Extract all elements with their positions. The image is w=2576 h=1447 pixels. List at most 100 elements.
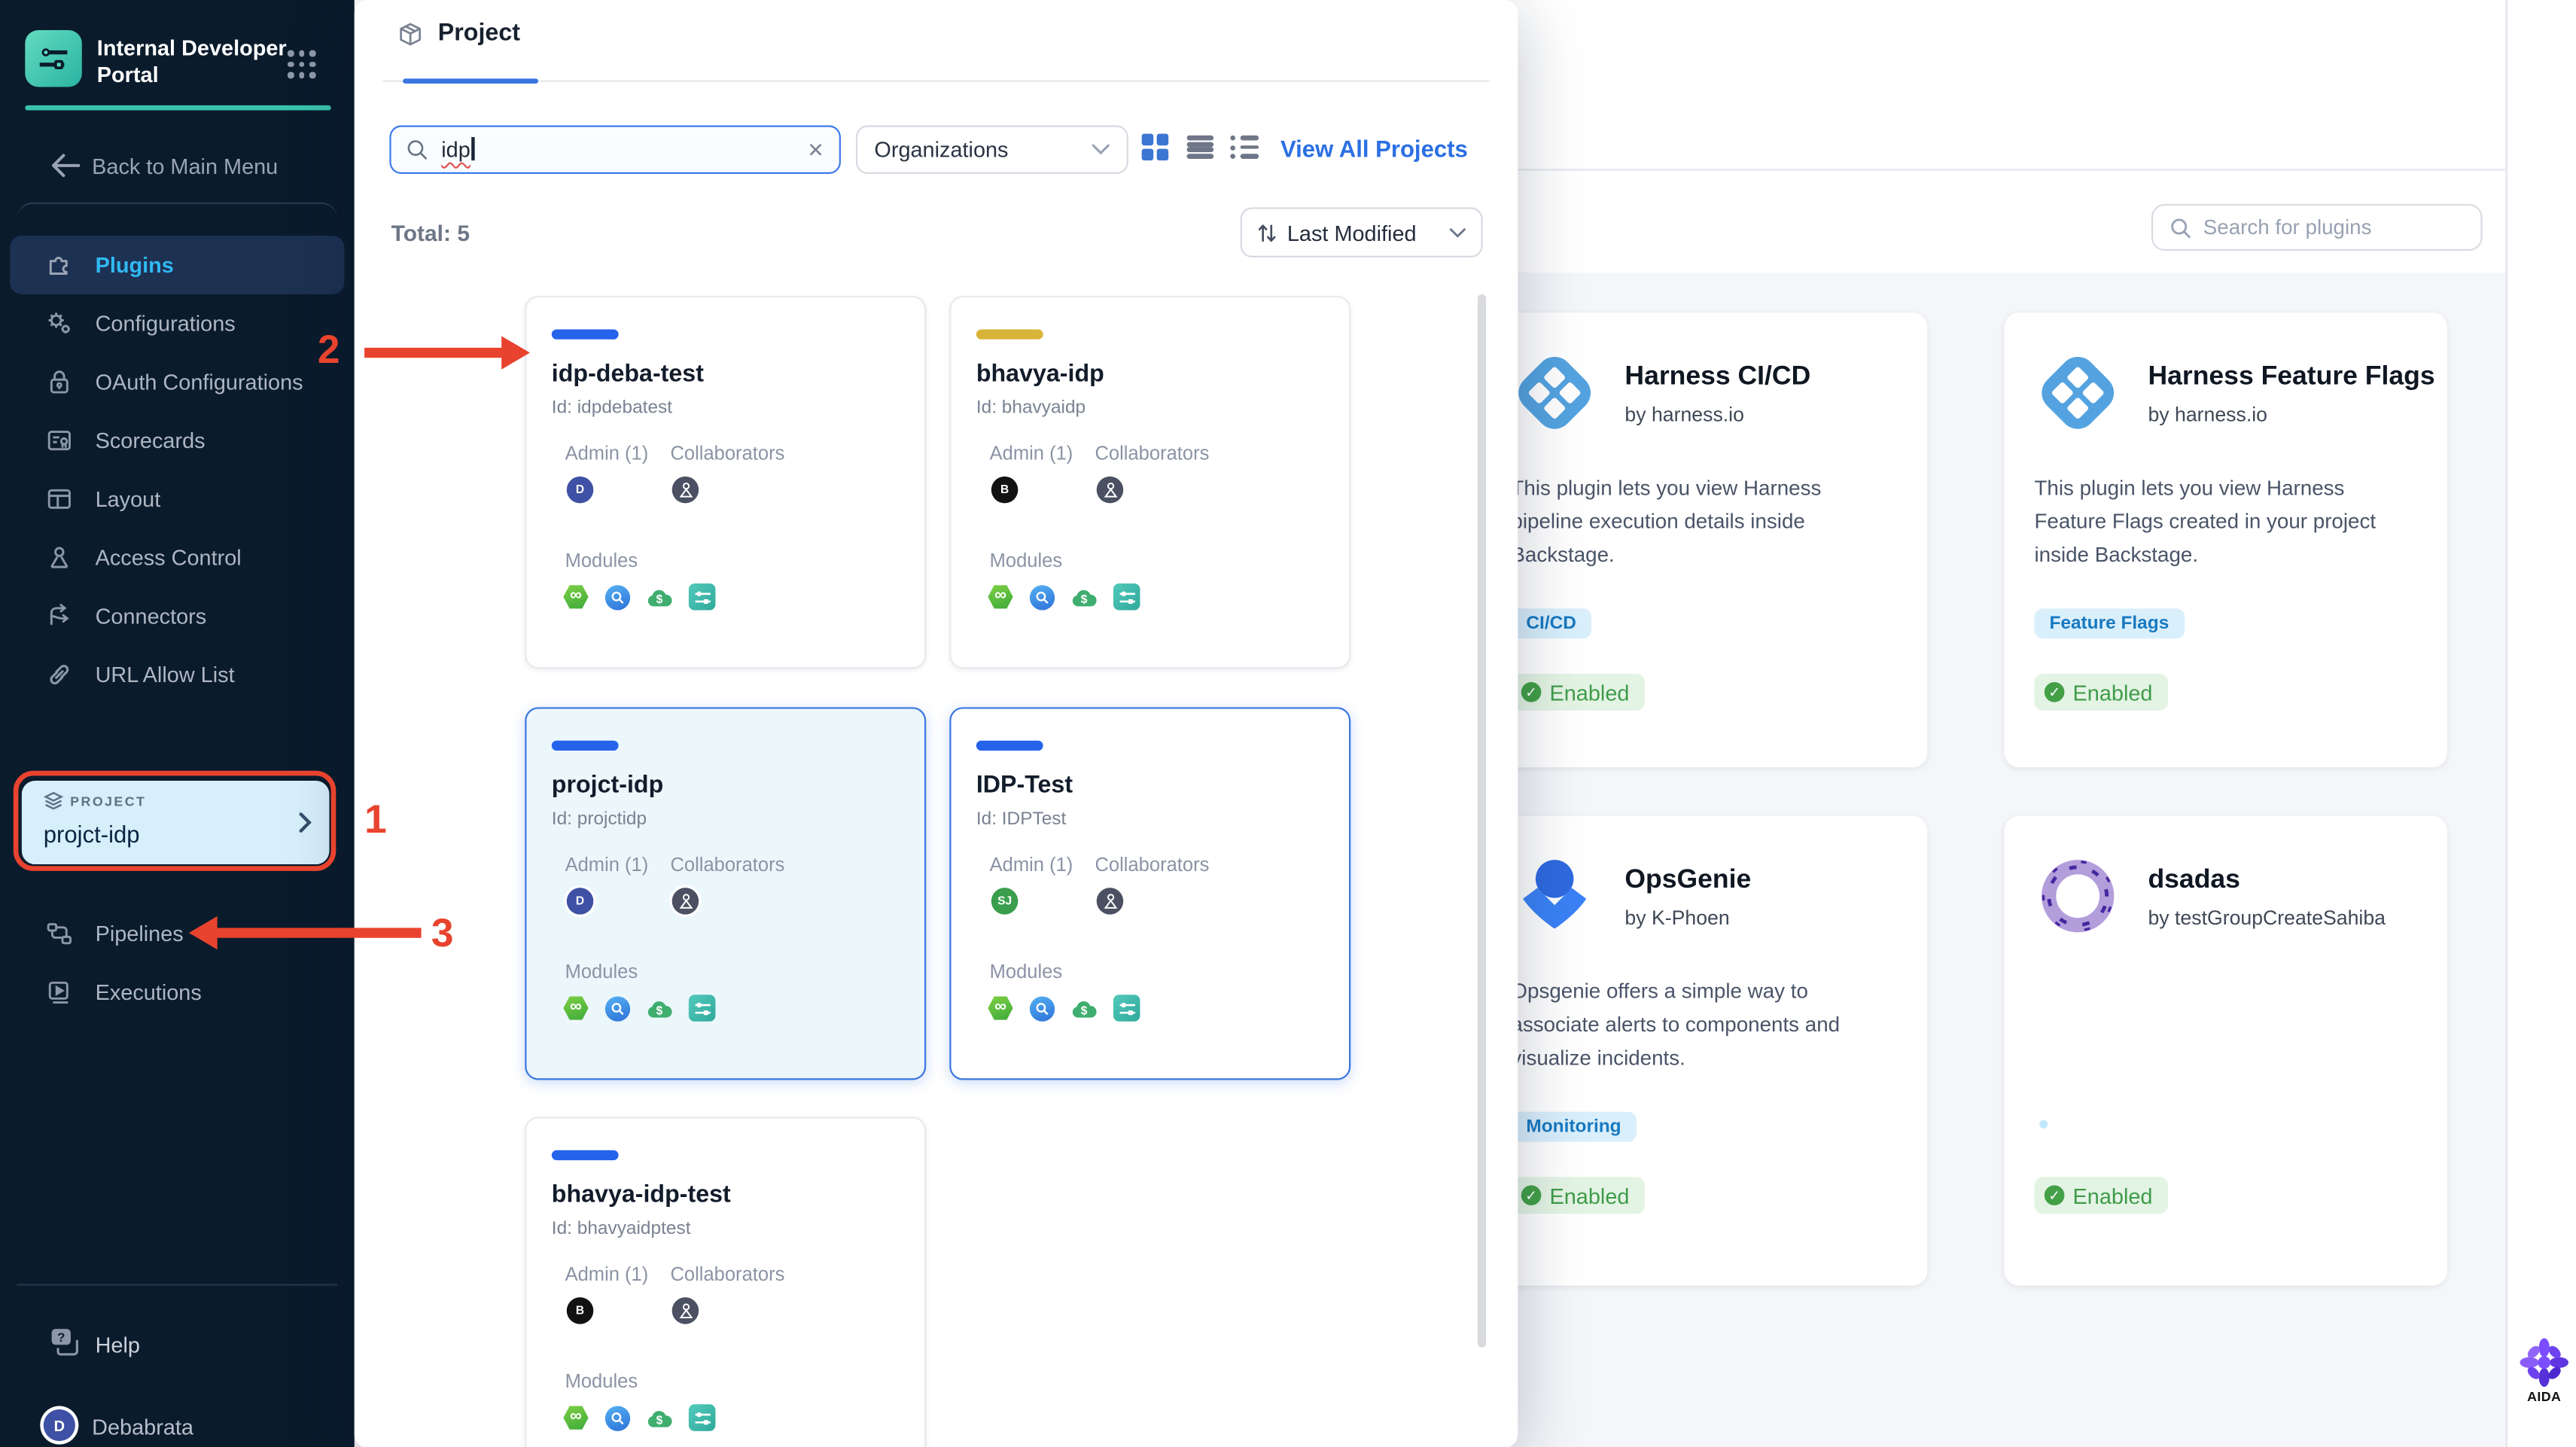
collaborator-avatar[interactable] <box>671 476 699 504</box>
plugin-author: by harness.io <box>1624 403 1744 427</box>
screenshot-root: Search for plugins Harness CI/CD by harn… <box>0 0 2576 1447</box>
search-plugins-placeholder: Search for plugins <box>2203 215 2372 239</box>
back-to-main-menu[interactable]: Back to Main Menu <box>0 147 355 187</box>
total-count: Total: 5 <box>391 221 470 246</box>
plugin-title: Harness CI/CD <box>1624 362 1811 391</box>
help-button[interactable]: ? Help <box>0 1322 355 1369</box>
modal-scrollbar[interactable] <box>1478 294 1487 1348</box>
help-chat-icon: ? <box>51 1329 78 1356</box>
text-cursor <box>472 137 475 161</box>
project-color-bar <box>551 1150 619 1161</box>
admin-avatar[interactable]: SJ <box>991 888 1019 915</box>
project-name: bhavya-idp-test <box>551 1181 731 1209</box>
project-card-idp-deba-test[interactable]: idp-deba-test Id: idpdebatest Admin (1) … <box>525 296 927 669</box>
collaborators-label: Collaborators <box>670 1265 785 1286</box>
person-icon <box>678 894 693 909</box>
person-icon <box>678 483 693 498</box>
sidebar-item-executions[interactable]: Executions <box>0 964 355 1018</box>
aida-button[interactable]: AIDA <box>2517 1337 2571 1404</box>
collaborators-label: Collaborators <box>1095 855 1210 876</box>
admin-avatar[interactable]: B <box>566 1297 594 1324</box>
plugin-card-harness-cicd[interactable]: Harness CI/CD by harness.io This plugin … <box>1481 312 1928 768</box>
clear-search-icon[interactable]: ✕ <box>807 138 824 161</box>
collaborator-avatar[interactable] <box>1096 476 1124 504</box>
sidebar-item-oauth-configurations[interactable]: OAuth Configurations <box>0 353 355 412</box>
grid-view-toggle-icon[interactable] <box>1141 133 1169 161</box>
plugin-status-badge: ✓ Enabled <box>1511 673 1645 711</box>
module-ci-icon: ∞ <box>988 585 1013 609</box>
person-icon <box>1103 483 1117 498</box>
modules-label: Modules <box>989 963 1063 983</box>
plugin-description: Opsgenie offers a simple way to associat… <box>1511 979 1841 1071</box>
modules-label: Modules <box>565 963 638 983</box>
project-card-bhavya-idp-test[interactable]: bhavya-idp-test Id: bhavyaidptest Admin … <box>525 1116 927 1447</box>
annotation-box-1 <box>13 770 336 871</box>
admin-avatar[interactable]: D <box>566 888 594 915</box>
sidebar-item-configurations[interactable]: Configurations <box>0 294 355 353</box>
user-menu[interactable]: D Debabrata <box>0 1404 355 1447</box>
search-value: idp <box>441 136 470 162</box>
project-card-bhavya-idp[interactable]: bhavya-idp Id: bhavyaidp Admin (1) Colla… <box>949 296 1351 669</box>
connectors-icon <box>45 602 74 630</box>
plugin-card-opsgenie[interactable]: OpsGenie by K-Phoen Opsgenie offers a si… <box>1481 815 1928 1286</box>
brand-accent-bar <box>25 105 331 111</box>
module-ccm-icon: $ <box>647 995 672 1020</box>
module-srm-icon <box>1029 995 1055 1021</box>
organizations-dropdown[interactable]: Organizations <box>855 125 1128 174</box>
project-card-idp-test[interactable]: IDP-Test Id: IDPTest Admin (1) Collabora… <box>949 707 1351 1080</box>
plugin-title: dsadas <box>2148 866 2240 895</box>
svg-text:$: $ <box>1081 593 1088 605</box>
collaborator-avatar[interactable] <box>671 1297 699 1324</box>
sidebar-item-scorecards[interactable]: Scorecards <box>0 411 355 470</box>
sort-arrows-icon <box>1258 224 1276 241</box>
sidebar-item-connectors[interactable]: Connectors <box>0 586 355 645</box>
app-switcher-icon[interactable] <box>287 50 316 79</box>
module-idp-icon <box>688 995 716 1022</box>
module-icons: ∞ $ <box>563 583 716 611</box>
tab-project[interactable]: Project <box>398 20 520 47</box>
module-icons: ∞ $ <box>988 995 1140 1022</box>
project-search-input[interactable]: idp ✕ <box>389 125 841 174</box>
module-srm-icon <box>1029 584 1055 610</box>
plugin-status-badge: ✓ Enabled <box>1511 1177 1645 1214</box>
plugin-card-harness-feature-flags[interactable]: Harness Feature Flags by harness.io This… <box>2004 312 2447 768</box>
sidebar-item-plugins[interactable]: Plugins <box>10 236 345 294</box>
plugin-card-dsadas[interactable]: dsadas by testGroupCreateSahiba ✓ Enable… <box>2004 815 2447 1286</box>
active-tab-indicator <box>403 78 539 84</box>
admin-label: Admin (1) <box>565 855 649 876</box>
admin-avatar[interactable]: D <box>566 476 594 504</box>
collaborators-label: Collaborators <box>1095 444 1210 465</box>
list-view-toggle-icon[interactable] <box>1186 134 1214 161</box>
sidebar-item-url-allow-list[interactable]: URL Allow List <box>0 645 355 704</box>
svg-text:$: $ <box>1081 1004 1088 1016</box>
svg-text:$: $ <box>656 1413 663 1426</box>
view-all-projects-link[interactable]: View All Projects <box>1280 136 1468 163</box>
module-icons: ∞ $ <box>563 1404 716 1431</box>
collaborator-avatar[interactable] <box>1096 888 1124 915</box>
sort-dropdown[interactable]: Last Modified <box>1240 207 1483 257</box>
check-icon: ✓ <box>1521 682 1542 702</box>
search-plugins-input[interactable]: Search for plugins <box>2151 203 2483 251</box>
project-card-projct-idp[interactable]: projct-idp Id: projctidp Admin (1) Colla… <box>525 707 927 1080</box>
detailed-list-view-toggle-icon[interactable] <box>1230 134 1259 161</box>
module-ci-icon: ∞ <box>988 996 1013 1020</box>
user-name: Debabrata <box>92 1414 193 1439</box>
sidebar-nav: Plugins Configurations OAuth Configurati… <box>0 236 355 704</box>
module-ci-icon: ∞ <box>563 585 589 609</box>
collaborator-avatar[interactable] <box>671 888 699 915</box>
sidebar-item-layout[interactable]: Layout <box>0 470 355 529</box>
tab-project-label: Project <box>437 20 520 47</box>
chevron-down-icon <box>1092 144 1110 155</box>
module-srm-icon <box>604 1405 631 1430</box>
module-ccm-icon: $ <box>647 1405 672 1430</box>
plugin-tag-badge: Feature Flags <box>2034 608 2185 639</box>
sidebar-item-access-control[interactable]: Access Control <box>0 529 355 587</box>
project-name: bhavya-idp <box>976 361 1104 388</box>
project-color-bar <box>551 740 619 751</box>
chevron-down-icon <box>1449 227 1466 237</box>
module-ci-icon: ∞ <box>563 996 589 1020</box>
plugin-tag-dot <box>2039 1120 2048 1129</box>
app-title: Internal Developer Portal <box>96 35 287 88</box>
modules-label: Modules <box>989 551 1063 572</box>
admin-avatar[interactable]: B <box>991 476 1019 504</box>
